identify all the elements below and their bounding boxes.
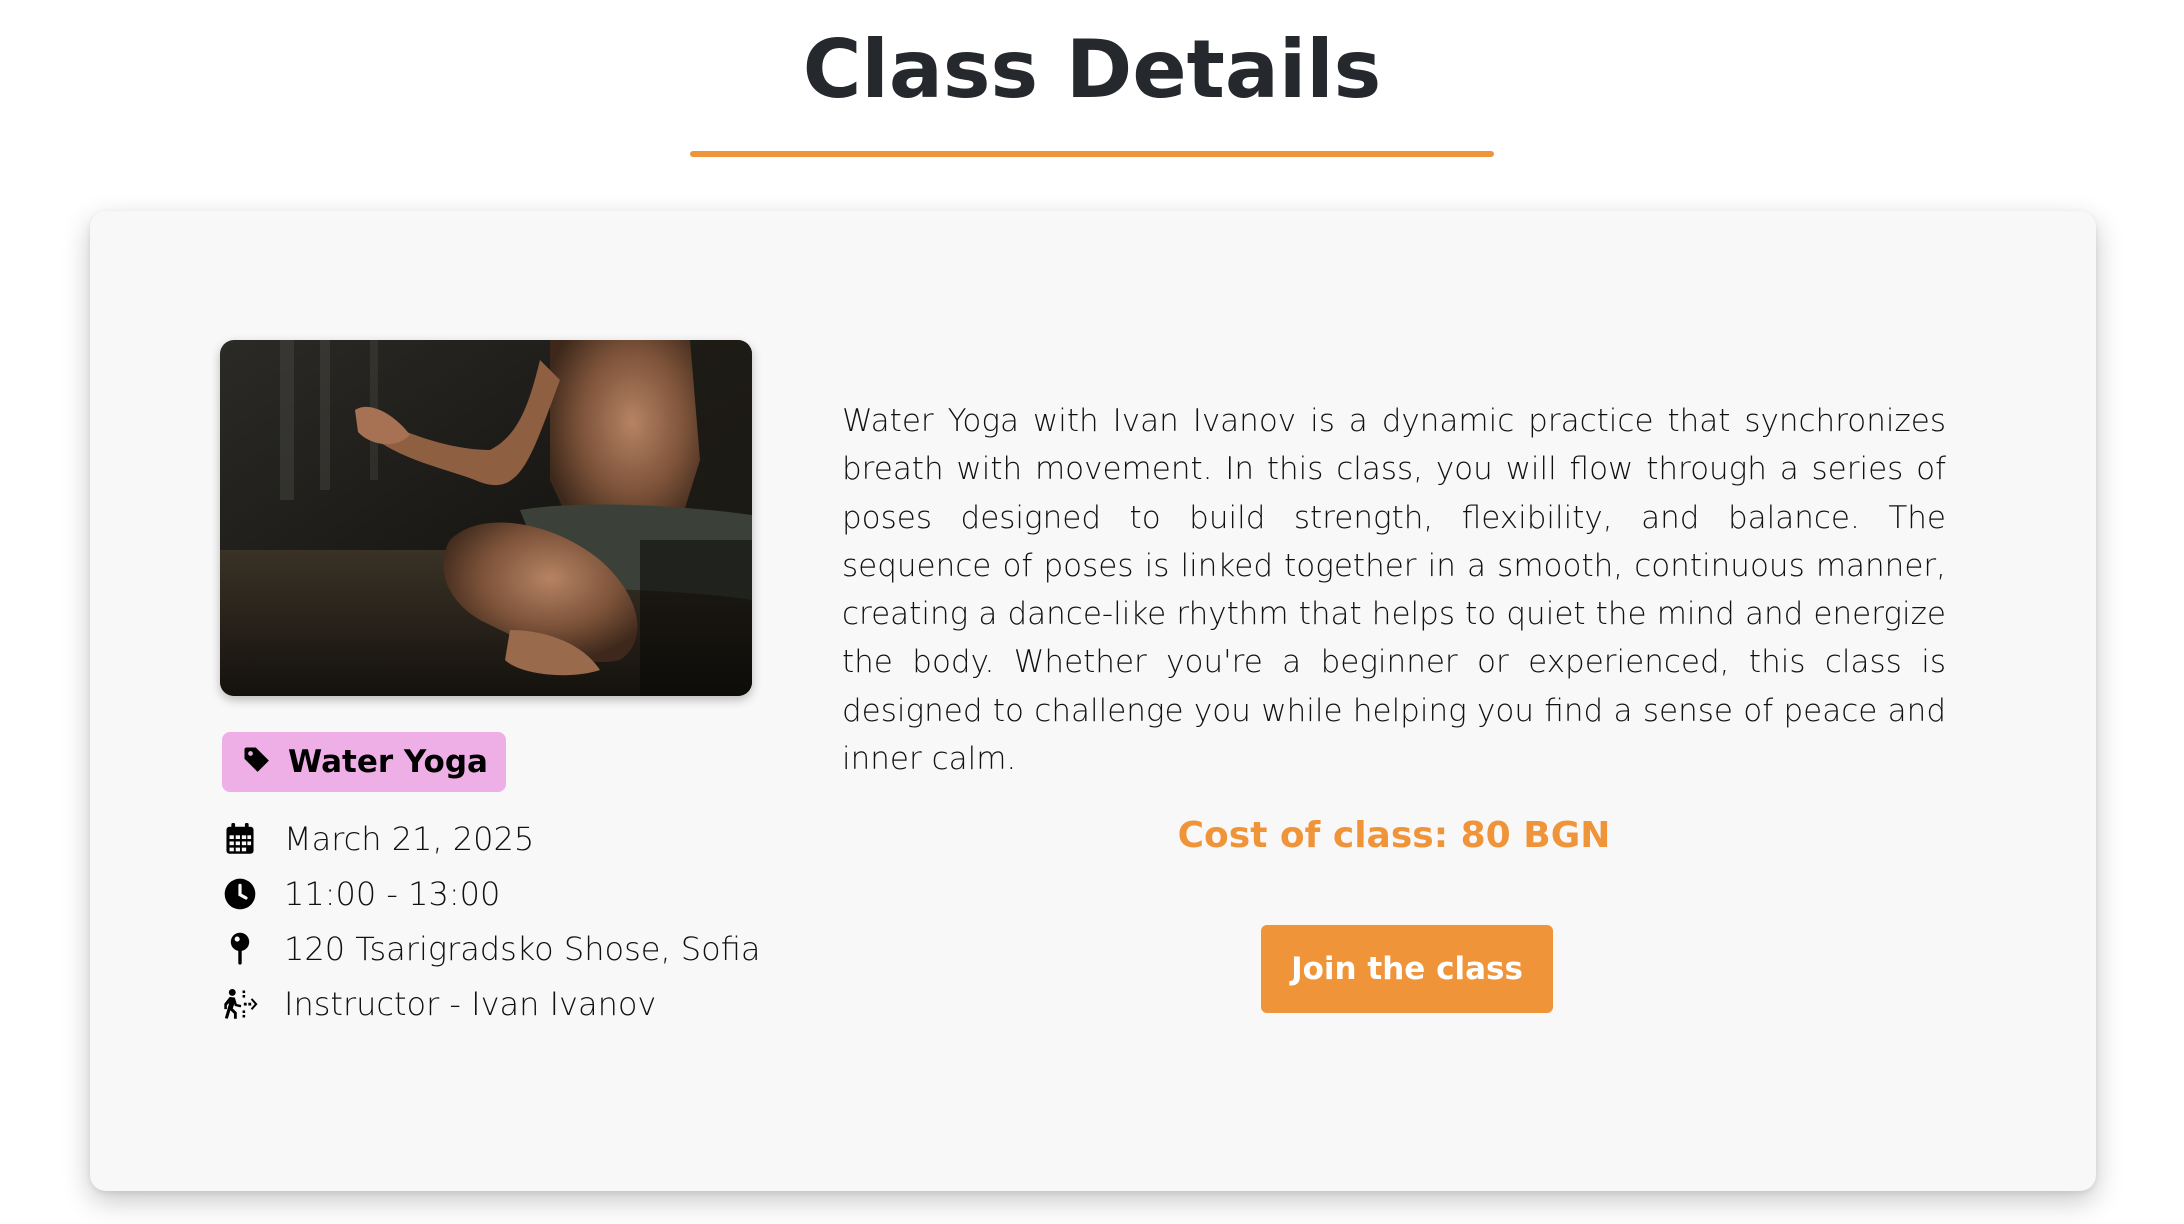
calendar-icon [222,821,258,857]
instructor-icon [222,986,258,1022]
join-class-button[interactable]: Join the class [1261,925,1553,1013]
date-text: March 21, 2025 [284,819,535,858]
class-info-list: March 21, 2025 11:00 - 13:00 120 Tsarigr… [222,811,782,1031]
class-details-card: Water Yoga March 21, 2025 11:00 - 13:00 … [90,211,2096,1191]
map-pin-icon [222,931,258,967]
clock-icon [222,876,258,912]
page-title: Class Details [802,23,1382,116]
instructor-row: Instructor - Ivan Ivanov [222,976,782,1031]
class-cost: Cost of class: 80 BGN [1177,815,1611,856]
location-row: 120 Tsarigradsko Shose, Sofia [222,921,782,976]
location-text: 120 Tsarigradsko Shose, Sofia [284,929,761,968]
date-row: March 21, 2025 [222,811,782,866]
instructor-text: Instructor - Ivan Ivanov [284,984,657,1023]
class-description: Water Yoga with Ivan Ivanov is a dynamic… [842,403,1946,778]
category-label: Water Yoga [288,744,488,780]
tag-icon [242,745,272,779]
class-photo [220,340,752,696]
time-row: 11:00 - 13:00 [222,866,782,921]
title-underline [690,151,1494,157]
time-text: 11:00 - 13:00 [284,874,501,913]
category-badge: Water Yoga [222,732,506,792]
